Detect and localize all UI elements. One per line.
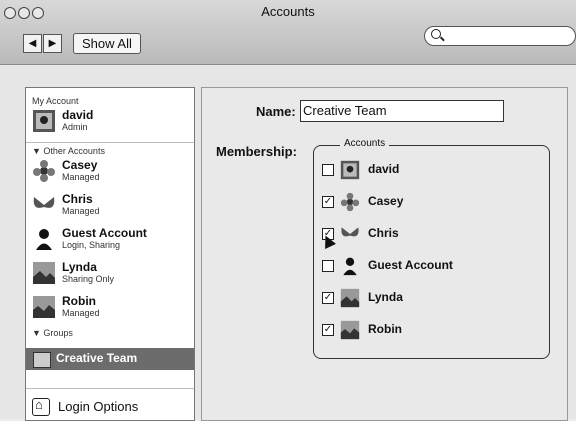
member-name: Casey	[368, 194, 404, 208]
groups-heading: ▼ Groups	[32, 328, 73, 338]
sidebar-item-creative-team[interactable]: Creative Team	[26, 348, 194, 370]
member-checkbox[interactable]	[322, 164, 334, 176]
butterfly-icon	[32, 193, 56, 217]
sidebar-item-casey[interactable]: Casey Managed	[32, 156, 190, 188]
account-name: Lynda	[62, 260, 97, 274]
search-icon	[431, 29, 441, 39]
login-options-label: Login Options	[58, 399, 139, 414]
member-row-guest-account[interactable]: Guest Account	[322, 252, 542, 282]
member-row-robin[interactable]: ✓ Robin	[322, 316, 542, 346]
account-name: Robin	[62, 294, 96, 308]
name-label: Name:	[256, 104, 296, 119]
member-name: Robin	[368, 322, 402, 336]
home-icon	[32, 397, 50, 416]
accounts-sidebar[interactable]: My Account david Admin ▼ Other Accounts …	[25, 87, 195, 421]
photo-icon	[340, 320, 360, 340]
account-role: Login, Sharing	[62, 240, 121, 250]
account-role: Managed	[62, 308, 100, 318]
account-name: david	[62, 108, 94, 122]
other-accounts-heading: ▼ Other Accounts	[32, 146, 105, 156]
member-name: david	[368, 162, 400, 176]
user-photo-icon	[340, 160, 360, 180]
photo-icon	[32, 295, 56, 319]
window-titlebar: Accounts ◀ ▶ Show All	[0, 0, 576, 65]
member-checkbox[interactable]: ✓	[322, 324, 334, 336]
accounts-legend: Accounts	[340, 138, 390, 149]
account-role: Managed	[62, 206, 100, 216]
member-row-chris[interactable]: ✓ Chris	[320, 220, 542, 250]
group-icon	[33, 352, 51, 368]
divider	[26, 142, 194, 143]
member-name: Lynda	[368, 290, 403, 304]
butterfly-icon	[340, 224, 360, 244]
sidebar-item-lynda[interactable]: Lynda Sharing Only	[32, 258, 190, 290]
sidebar-item-chris[interactable]: Chris Managed	[32, 190, 190, 222]
account-role: Admin	[62, 122, 88, 132]
sidebar-item-david[interactable]: david Admin	[32, 106, 190, 138]
group-details-panel: Name: Creative Team Membership: Accounts…	[201, 87, 568, 421]
flower-icon	[32, 159, 56, 183]
photo-icon	[32, 261, 56, 285]
member-name: Guest Account	[368, 258, 453, 272]
show-all-button[interactable]: Show All	[73, 33, 141, 54]
membership-accounts-box: Accounts david ✓ Casey ✓ Chris Guest Acc…	[313, 138, 550, 359]
login-options-item[interactable]: Login Options	[32, 397, 182, 418]
member-name: Chris	[368, 226, 399, 240]
chevron-right-icon: ▶	[48, 38, 57, 49]
sidebar-item-guest-account[interactable]: Guest Account Login, Sharing	[32, 224, 190, 256]
account-role: Sharing Only	[62, 274, 115, 284]
person-silhouette-icon	[340, 256, 360, 276]
chevron-left-icon: ◀	[28, 38, 37, 49]
group-name-field[interactable]: Creative Team	[300, 100, 504, 122]
sidebar-item-robin[interactable]: Robin Managed	[32, 292, 190, 324]
back-button[interactable]: ◀	[23, 34, 42, 53]
member-checkbox[interactable]: ✓	[322, 196, 334, 208]
member-row-casey[interactable]: ✓ Casey	[322, 188, 542, 218]
member-row-lynda[interactable]: ✓ Lynda	[322, 284, 542, 314]
member-checkbox[interactable]	[322, 260, 334, 272]
member-row-david[interactable]: david	[322, 156, 542, 186]
photo-icon	[340, 288, 360, 308]
forward-button[interactable]: ▶	[43, 34, 62, 53]
account-name: Casey	[62, 158, 98, 172]
account-name: Guest Account	[62, 226, 147, 240]
search-input[interactable]	[424, 26, 576, 46]
account-name: Chris	[62, 192, 93, 206]
user-photo-icon	[32, 109, 56, 133]
account-role: Managed	[62, 172, 100, 182]
my-account-heading: My Account	[32, 96, 79, 106]
group-name: Creative Team	[56, 351, 138, 365]
member-checkbox[interactable]: ✓	[322, 292, 334, 304]
window-title: Accounts	[261, 4, 315, 19]
divider	[26, 388, 194, 389]
flower-icon	[340, 192, 360, 212]
person-silhouette-icon	[32, 227, 56, 251]
membership-label: Membership:	[216, 144, 297, 159]
